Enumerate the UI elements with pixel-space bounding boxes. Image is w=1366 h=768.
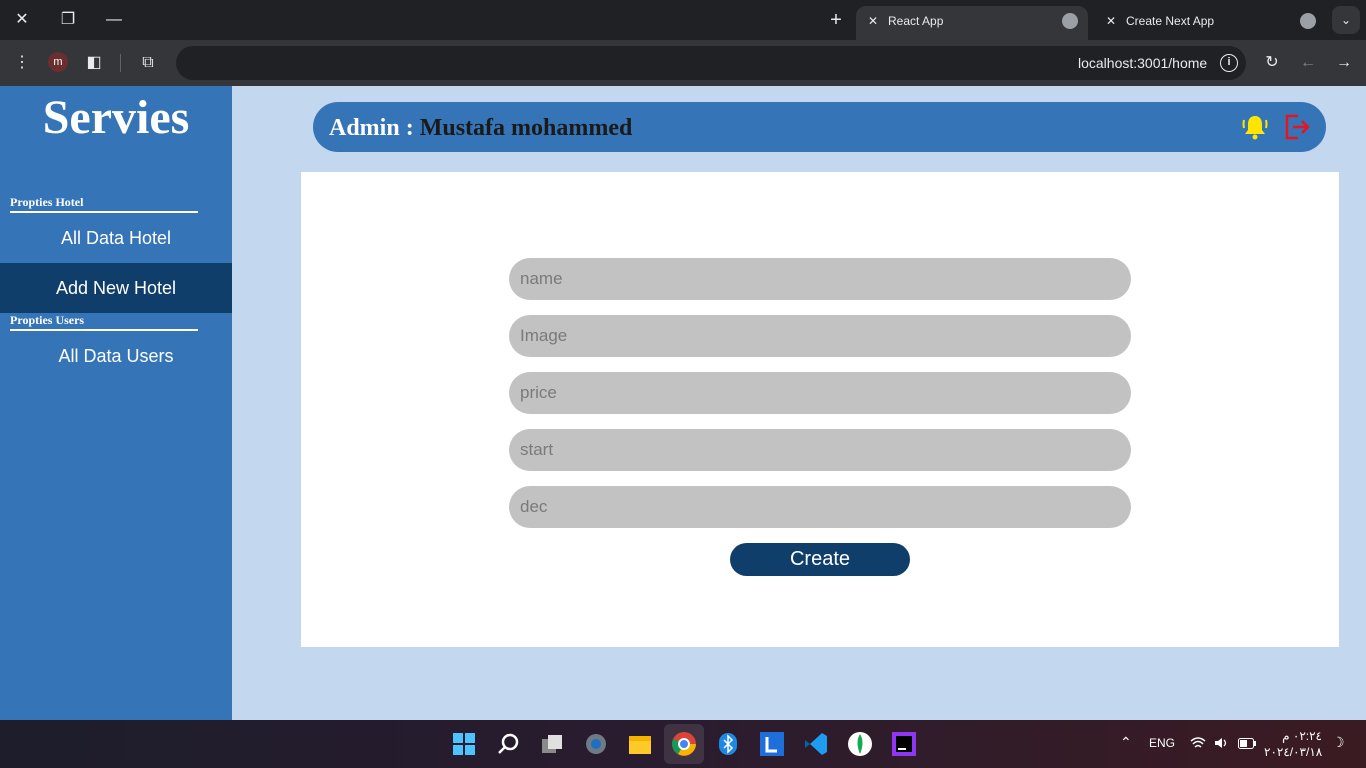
side-panel-icon[interactable]: ◧ bbox=[82, 51, 106, 75]
clock-date: ٢٠٢٤/٠٣/١٨ bbox=[1264, 745, 1323, 759]
clock-time: ٠٢:٢٤ م bbox=[1282, 729, 1322, 743]
toolbar-divider bbox=[120, 54, 121, 72]
new-tab-icon[interactable]: + bbox=[824, 8, 848, 32]
wifi-icon[interactable] bbox=[1190, 736, 1206, 750]
battery-icon[interactable] bbox=[1238, 738, 1256, 749]
admin-name: Mustafa mohammed bbox=[419, 115, 633, 141]
tab-title: React App bbox=[888, 14, 944, 28]
tab-search-chevron-icon[interactable]: ⌄ bbox=[1332, 6, 1360, 34]
create-button[interactable]: Create bbox=[730, 543, 910, 576]
sidebar-item-add-new-hotel[interactable]: Add New Hotel bbox=[0, 263, 232, 313]
admin-label: Admin : Mustafa mohammed bbox=[329, 115, 632, 142]
image-input[interactable] bbox=[509, 315, 1131, 357]
dec-input[interactable] bbox=[509, 486, 1131, 528]
section-label-users: Propties Users bbox=[10, 313, 198, 331]
app-l-icon[interactable] bbox=[758, 730, 786, 758]
site-info-icon[interactable]: i bbox=[1220, 54, 1238, 72]
intellij-icon[interactable] bbox=[890, 730, 918, 758]
taskbar: ⌃ ENG ٠٢:٢٤ م ٢٠٢٤/٠٣/١٨ ☽ bbox=[0, 720, 1366, 768]
admin-header: Admin : Mustafa mohammed bbox=[313, 102, 1326, 152]
minimize-window-icon[interactable]: — bbox=[102, 8, 126, 32]
mongodb-icon[interactable] bbox=[846, 730, 874, 758]
browser-tab-bar: ✕ ❐ — + ✕ React App ✕ Create Next App ⌄ bbox=[0, 0, 1366, 40]
tab-close-icon[interactable]: ✕ bbox=[1104, 14, 1118, 28]
tray-chevron-icon[interactable]: ⌃ bbox=[1120, 734, 1132, 751]
forward-arrow-icon[interactable]: → bbox=[1332, 51, 1356, 75]
globe-icon bbox=[1062, 13, 1078, 29]
windows-start-icon[interactable] bbox=[450, 730, 478, 758]
globe-icon bbox=[1300, 13, 1316, 29]
sidebar-item-all-data-hotel[interactable]: All Data Hotel bbox=[0, 213, 232, 263]
sidebar-item-all-data-users[interactable]: All Data Users bbox=[0, 331, 232, 381]
language-indicator[interactable]: ENG bbox=[1149, 736, 1175, 750]
name-input[interactable] bbox=[509, 258, 1131, 300]
profile-avatar[interactable]: m bbox=[48, 52, 68, 72]
url-text[interactable]: localhost:3001/home bbox=[1078, 55, 1207, 71]
admin-prefix: Admin : bbox=[329, 115, 420, 141]
sidebar-brand: Servies bbox=[42, 91, 190, 144]
tab-title: Create Next App bbox=[1126, 14, 1215, 28]
chrome-icon[interactable] bbox=[670, 730, 698, 758]
section-label-hotel: Propties Hotel bbox=[10, 195, 198, 213]
bluetooth-icon[interactable] bbox=[714, 730, 742, 758]
main-content: Admin : Mustafa mohammed Create bbox=[232, 86, 1366, 720]
extensions-icon[interactable]: ⧉ bbox=[136, 51, 160, 75]
volume-icon[interactable] bbox=[1214, 736, 1230, 750]
taskbar-clock[interactable]: ٠٢:٢٤ م ٢٠٢٤/٠٣/١٨ bbox=[1264, 728, 1322, 760]
bell-icon[interactable] bbox=[1240, 112, 1270, 142]
task-view-icon[interactable] bbox=[538, 730, 566, 758]
address-bar[interactable]: localhost:3001/home i bbox=[176, 46, 1246, 80]
logout-icon[interactable] bbox=[1282, 112, 1312, 142]
menu-kebab-icon[interactable]: ⋮ bbox=[10, 51, 34, 75]
vscode-icon[interactable] bbox=[802, 730, 830, 758]
price-input[interactable] bbox=[509, 372, 1131, 414]
sidebar: Servies Propties Hotel All Data Hotel Ad… bbox=[0, 86, 232, 720]
back-arrow-icon[interactable]: ← bbox=[1296, 51, 1320, 75]
restore-window-icon[interactable]: ❐ bbox=[56, 8, 80, 32]
file-explorer-icon[interactable] bbox=[626, 730, 654, 758]
start-input[interactable] bbox=[509, 429, 1131, 471]
form-card: Create bbox=[301, 172, 1339, 647]
tab-react-app[interactable]: ✕ React App bbox=[856, 6, 1088, 40]
settings-gear-icon[interactable] bbox=[582, 730, 610, 758]
close-window-icon[interactable]: ✕ bbox=[10, 8, 34, 32]
tab-close-icon[interactable]: ✕ bbox=[866, 14, 880, 28]
search-icon[interactable] bbox=[494, 730, 522, 758]
notifications-icon[interactable]: ☽ bbox=[1332, 734, 1345, 751]
reload-icon[interactable]: ↻ bbox=[1260, 51, 1284, 75]
tab-create-next-app[interactable]: ✕ Create Next App bbox=[1094, 6, 1326, 40]
